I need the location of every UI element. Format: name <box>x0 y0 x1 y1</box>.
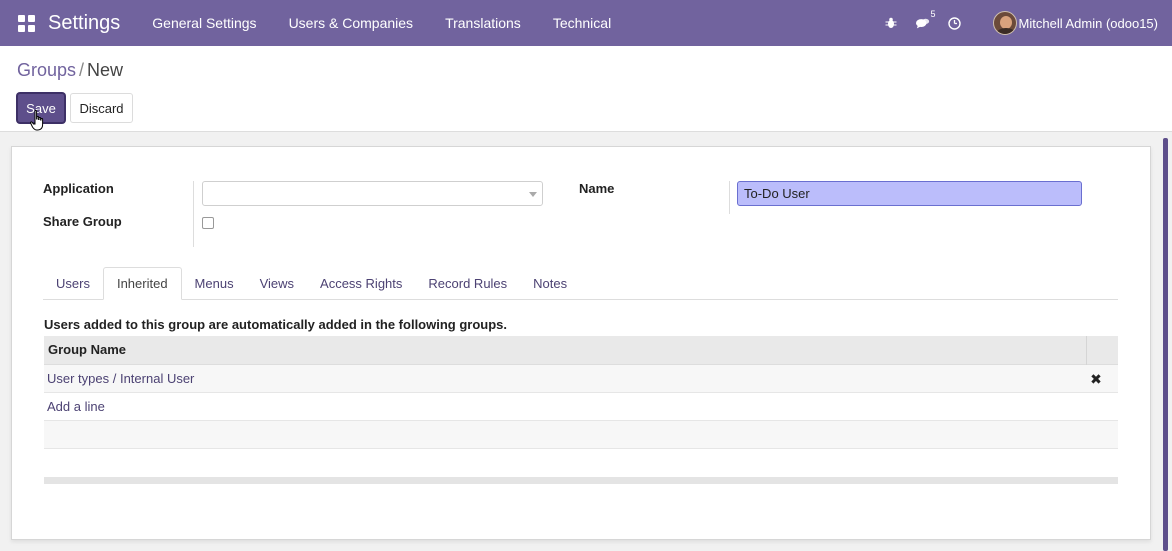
top-navbar: Settings General Settings Users & Compan… <box>0 0 1172 46</box>
breadcrumb: Groups / New <box>17 60 123 81</box>
chat-icon[interactable]: 5 <box>915 9 936 30</box>
name-input[interactable] <box>737 181 1082 206</box>
discard-button[interactable]: Discard <box>70 93 133 123</box>
table-header: Group Name <box>44 336 1118 365</box>
app-title[interactable]: Settings <box>48 12 120 35</box>
tab-inherited[interactable]: Inherited <box>102 267 182 300</box>
tab-notes[interactable]: Notes <box>520 267 580 300</box>
message-count-badge: 5 <box>930 9 936 19</box>
bug-icon[interactable] <box>884 16 898 30</box>
inherited-info-text: Users added to this group are automatica… <box>44 317 507 332</box>
breadcrumb-current: New <box>87 60 124 80</box>
breadcrumb-groups[interactable]: Groups <box>17 60 76 80</box>
table-footer <box>44 477 1118 484</box>
empty-row <box>44 421 1118 449</box>
menu-translations[interactable]: Translations <box>429 15 537 31</box>
share-group-label: Share Group <box>43 214 122 229</box>
table-row[interactable]: User types / Internal User ✖ <box>44 365 1118 393</box>
systray: 5 Mitchell Admin (odoo15) <box>875 0 1172 46</box>
breadcrumb-separator: / <box>79 60 85 80</box>
group-name-cell[interactable]: User types / Internal User <box>47 371 194 386</box>
delete-icon[interactable]: ✖ <box>1089 372 1103 386</box>
apps-menu-icon[interactable] <box>16 13 36 33</box>
menu-users-companies[interactable]: Users & Companies <box>273 15 430 31</box>
clock-icon[interactable] <box>948 16 962 30</box>
tab-record-rules[interactable]: Record Rules <box>415 267 520 300</box>
label-divider <box>193 181 194 247</box>
column-divider <box>1086 336 1087 365</box>
hand-pointer-icon <box>30 110 44 131</box>
menu-general-settings[interactable]: General Settings <box>136 15 272 31</box>
chevron-down-icon <box>529 192 537 197</box>
notebook-tabs: Users Inherited Menus Views Access Right… <box>43 267 580 300</box>
user-avatar[interactable] <box>992 11 1017 35</box>
name-divider <box>729 181 730 214</box>
tab-access-rights[interactable]: Access Rights <box>307 267 415 300</box>
scrollbar[interactable] <box>1163 138 1168 551</box>
control-panel: Groups / New Save Discard <box>0 46 1172 132</box>
share-group-checkbox[interactable] <box>202 217 214 229</box>
menu-technical[interactable]: Technical <box>537 15 627 31</box>
tabs-divider <box>43 299 1118 300</box>
application-label: Application <box>43 181 114 196</box>
add-line-link[interactable]: Add a line <box>47 399 105 414</box>
tab-users[interactable]: Users <box>43 267 103 300</box>
column-header-group-name[interactable]: Group Name <box>48 342 126 357</box>
user-name[interactable]: Mitchell Admin (odoo15) <box>1019 16 1158 31</box>
name-label: Name <box>579 181 615 196</box>
empty-row <box>44 449 1118 477</box>
application-select[interactable] <box>202 181 543 206</box>
tab-menus[interactable]: Menus <box>182 267 247 300</box>
add-line-row: Add a line <box>44 393 1118 421</box>
tab-views[interactable]: Views <box>247 267 307 300</box>
